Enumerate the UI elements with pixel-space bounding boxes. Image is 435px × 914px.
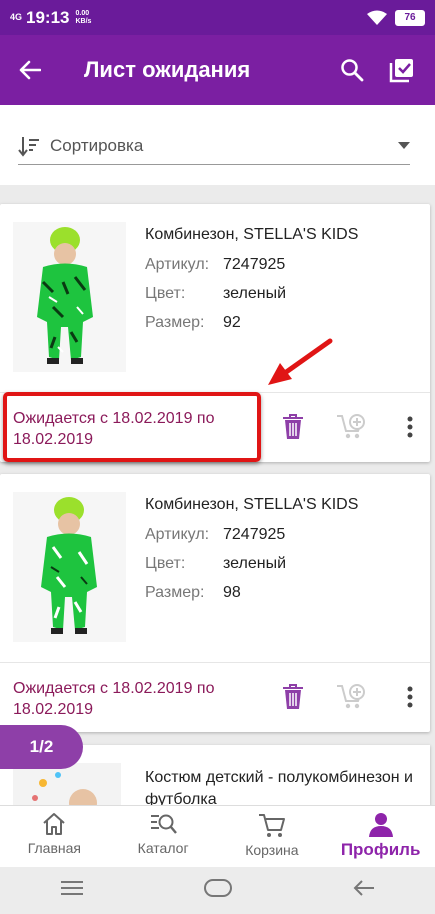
article-row: Артикул: 7247925	[145, 526, 285, 544]
nav-profile[interactable]: Профиль	[326, 806, 435, 867]
back-arrow-icon	[353, 880, 374, 896]
arrow-left-icon	[19, 60, 41, 80]
nav-profile-label: Профиль	[340, 840, 421, 859]
article-row: Артикул: 7247925	[145, 256, 285, 274]
sort-label: Сортировка	[50, 135, 144, 155]
network-type: 4G	[10, 12, 23, 22]
color-row: Цвет: зеленый	[145, 285, 286, 303]
bottom-navigation: Главная Каталог Корзина Профиль	[0, 805, 435, 867]
home-system-button[interactable]	[204, 879, 233, 902]
status-time: 19:13	[26, 7, 70, 27]
article-value: 7247925	[223, 256, 286, 273]
add-to-cart-button[interactable]	[336, 412, 366, 442]
product-name[interactable]: Комбинезон, STELLA'S KIDS	[145, 496, 358, 514]
trash-icon	[283, 414, 303, 439]
color-value: зеленый	[223, 555, 287, 572]
back-system-button[interactable]	[353, 880, 375, 901]
profile-icon	[368, 813, 393, 837]
nav-home-label: Главная	[27, 840, 82, 856]
product-name[interactable]: Комбинезон, STELLA'S KIDS	[145, 226, 358, 244]
sort-icon	[18, 136, 39, 157]
battery-indicator: 76	[395, 9, 425, 26]
home-icon	[43, 813, 66, 835]
checklist-icon	[389, 59, 413, 83]
size-value: 98	[223, 584, 241, 601]
sort-bar: Сортировка	[0, 105, 435, 185]
chevron-down-icon	[398, 142, 410, 149]
annotation-arrow	[268, 338, 333, 385]
page-title: Лист ожидания	[84, 57, 251, 82]
nav-catalog-label: Каталог	[137, 840, 189, 856]
article-label: Артикул:	[145, 526, 210, 543]
menu-icon	[61, 881, 84, 895]
app-bar: Лист ожидания	[0, 35, 435, 105]
product-image	[13, 763, 121, 805]
select-all-button[interactable]	[377, 35, 427, 105]
more-vertical-icon	[407, 416, 413, 438]
annotation-highlight	[3, 392, 261, 462]
size-row: Размер: 92	[145, 314, 241, 332]
nav-catalog[interactable]: Каталог	[109, 806, 218, 867]
product-name[interactable]: Костюм детский - полукомбинезон и футбол…	[145, 767, 415, 805]
cart-add-icon	[337, 414, 365, 439]
size-label: Размер:	[145, 314, 205, 331]
cart-add-icon	[337, 684, 365, 709]
product-image	[13, 492, 126, 642]
system-navigation	[0, 867, 435, 914]
wifi-icon	[367, 10, 387, 25]
menu-button[interactable]	[60, 880, 84, 901]
delete-button[interactable]	[278, 412, 308, 442]
nav-cart[interactable]: Корзина	[218, 806, 327, 867]
home-pill-icon	[204, 879, 233, 897]
article-label: Артикул:	[145, 256, 210, 273]
more-options-button[interactable]	[395, 412, 425, 442]
search-button[interactable]	[327, 35, 377, 105]
product-image	[13, 222, 126, 372]
trash-icon	[283, 684, 303, 709]
size-row: Размер: 98	[145, 584, 241, 602]
size-label: Размер:	[145, 584, 205, 601]
divider	[0, 662, 430, 663]
expected-date: Ожидается с 18.02.2019 по 18.02.2019	[13, 680, 215, 718]
sort-dropdown[interactable]: Сортировка	[18, 127, 410, 165]
catalog-search-icon	[151, 814, 178, 834]
color-label: Цвет:	[145, 555, 186, 572]
color-value: зеленый	[223, 285, 287, 302]
nav-home[interactable]: Главная	[0, 806, 109, 867]
page-indicator: 1/2	[0, 725, 83, 769]
color-label: Цвет:	[145, 285, 186, 302]
more-options-button[interactable]	[395, 682, 425, 712]
cart-icon	[258, 814, 285, 837]
size-value: 92	[223, 314, 241, 331]
network-speed: 0.00 KB/s	[75, 9, 92, 25]
network-indicator: 4G	[10, 13, 22, 22]
status-bar: 4G 19:13 0.00 KB/s 76	[0, 0, 435, 35]
waitlist-item: Комбинезон, STELLA'S KIDS Артикул: 724792…	[0, 474, 430, 732]
color-row: Цвет: зеленый	[145, 555, 286, 573]
back-button[interactable]	[0, 35, 60, 105]
delete-button[interactable]	[278, 682, 308, 712]
more-vertical-icon	[407, 686, 413, 708]
search-icon	[341, 59, 364, 82]
nav-cart-label: Корзина	[245, 842, 299, 858]
add-to-cart-button[interactable]	[336, 682, 366, 712]
article-value: 7247925	[223, 526, 286, 543]
